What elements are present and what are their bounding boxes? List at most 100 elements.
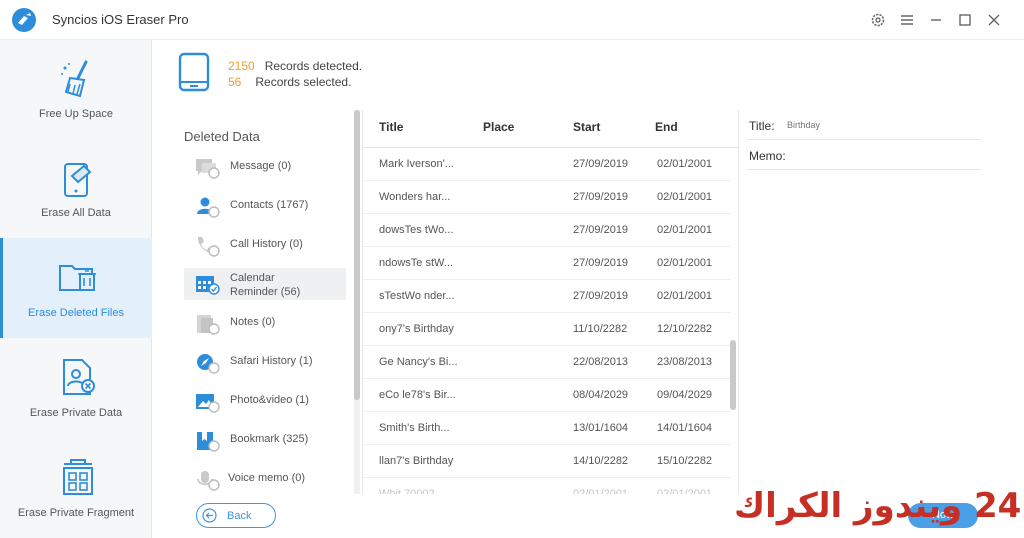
- cell-start: 13/01/1604: [573, 422, 629, 434]
- records-detected: 2150 Records detected.: [228, 59, 362, 73]
- table-row[interactable]: llan7's Birthday 14/10/2282 15/10/2282: [363, 445, 731, 478]
- cell-end: 02/01/2001: [657, 191, 713, 203]
- sidebar-item-erase-deleted-files[interactable]: Erase Deleted Files: [0, 238, 152, 338]
- sidebar-item-free-up-space[interactable]: Free Up Space: [0, 40, 152, 140]
- private-file-icon: [63, 359, 95, 395]
- category-bookmark[interactable]: Bookmark (325): [184, 424, 346, 456]
- category-label-line1: Calendar: [230, 272, 275, 284]
- table-scroll-thumb[interactable]: [730, 340, 736, 410]
- category-label: Calendar Reminder (56): [230, 271, 300, 299]
- cell-start: 14/10/2282: [573, 455, 629, 467]
- detail-title-label: Title:: [749, 119, 775, 133]
- broom-icon: [61, 60, 88, 98]
- back-label: Back: [227, 510, 252, 522]
- table-row[interactable]: dowsTes tWo... 27/09/2019 02/01/2001: [363, 214, 731, 247]
- table-row[interactable]: sTestWo nder... 27/09/2019 02/01/2001: [363, 280, 731, 313]
- menu-icon[interactable]: [897, 10, 917, 30]
- category-header: Deleted Data: [184, 129, 260, 144]
- column-end[interactable]: End: [655, 120, 678, 134]
- safari-icon: [197, 354, 220, 374]
- cell-start: 11/10/2282: [573, 323, 628, 335]
- table-row[interactable]: ony7's Birthday 11/10/2282 12/10/2282: [363, 313, 731, 346]
- sidebar-item-label: Erase Private Data: [29, 407, 123, 419]
- category-scrollbar[interactable]: [354, 110, 360, 494]
- cell-title: Whit 70002...: [379, 488, 444, 494]
- category-contacts[interactable]: Contacts (1767): [184, 190, 346, 222]
- category-label-line2: Reminder (56): [230, 286, 301, 298]
- category-calendar-reminder[interactable]: Calendar Reminder (56): [184, 268, 346, 300]
- category-notes[interactable]: Notes (0): [184, 307, 346, 339]
- table-row[interactable]: ndowsTe stW... 27/09/2019 02/01/2001: [363, 247, 731, 280]
- category-call-history[interactable]: Call History (0): [184, 229, 346, 261]
- category-label: Notes (0): [230, 316, 276, 328]
- cell-title: ndowsTe stW...: [379, 257, 453, 269]
- category-label: Photo&video (1): [230, 394, 309, 406]
- fragment-icon: [63, 459, 93, 495]
- photo-icon: [196, 394, 220, 413]
- app-title: Syncios iOS Eraser Pro: [52, 12, 189, 27]
- category-scroll-thumb[interactable]: [354, 110, 360, 400]
- cell-end: 02/01/2001: [657, 224, 713, 236]
- category-message[interactable]: Message (0): [184, 151, 346, 183]
- table-row[interactable]: Mark Iverson'... 27/09/2019 02/01/2001: [363, 148, 731, 181]
- cell-title: Ge Nancy's Bi...: [379, 356, 458, 368]
- records-selected: 56 Records selected.: [228, 75, 351, 89]
- cell-start: 27/09/2019: [573, 257, 629, 269]
- detected-text: Records detected.: [264, 59, 363, 73]
- minimize-icon[interactable]: [926, 10, 946, 30]
- sidebar-item-label: Erase Private Fragment: [17, 507, 135, 519]
- phone-call-icon: [197, 237, 220, 257]
- cell-start: 27/09/2019: [573, 290, 629, 302]
- maximize-icon[interactable]: [955, 10, 975, 30]
- selected-count: 56: [228, 75, 242, 89]
- cell-end: 02/01/2001: [657, 290, 713, 302]
- sidebar-item-erase-all-data[interactable]: Erase All Data: [0, 140, 152, 240]
- settings-icon[interactable]: [868, 10, 888, 30]
- cell-end: 02/01/2001: [657, 158, 713, 170]
- cell-start: 02/01/2001: [573, 488, 629, 494]
- category-voice-memo[interactable]: Voice memo (0): [184, 463, 346, 494]
- column-place[interactable]: Place: [483, 120, 514, 134]
- category-label: Contacts (1767): [230, 199, 309, 211]
- cell-title: Wonders har...: [379, 191, 451, 203]
- table-row[interactable]: Ge Nancy's Bi... 22/08/2013 23/08/2013: [363, 346, 731, 379]
- cell-end: 23/08/2013: [657, 356, 713, 368]
- folder-trash-icon: [59, 265, 96, 291]
- cell-start: 27/09/2019: [573, 158, 629, 170]
- detected-count: 2150: [228, 59, 255, 73]
- cell-title: dowsTes tWo...: [379, 224, 454, 236]
- sidebar-item-label: Free Up Space: [39, 108, 113, 120]
- category-safari-history[interactable]: Safari History (1): [184, 346, 346, 378]
- sidebar-item-erase-private-data[interactable]: Erase Private Data: [0, 338, 152, 438]
- back-arrow-icon: [202, 508, 217, 523]
- category-photo-video[interactable]: Photo&video (1): [184, 385, 346, 417]
- voice-memo-icon: [197, 471, 220, 491]
- cell-title: Mark Iverson'...: [379, 158, 454, 170]
- category-panel: Deleted Data Message (0) Contacts (1767)…: [176, 110, 360, 494]
- title-bar: Syncios iOS Eraser Pro: [0, 0, 1024, 40]
- detail-panel: Title: Birthday Memo:: [738, 110, 990, 494]
- selected-text: Records selected.: [255, 75, 352, 89]
- close-icon[interactable]: [984, 10, 1004, 30]
- table-row[interactable]: Wonders har... 27/09/2019 02/01/2001: [363, 181, 731, 214]
- cell-start: 08/04/2029: [573, 389, 629, 401]
- sidebar-item-erase-private-fragment[interactable]: Erase Private Fragment: [0, 438, 152, 538]
- category-label: Message (0): [230, 160, 292, 172]
- column-start[interactable]: Start: [573, 120, 600, 134]
- sidebar-item-label: Erase All Data: [41, 207, 111, 219]
- cell-start: 27/09/2019: [573, 191, 629, 203]
- column-title[interactable]: Title: [379, 120, 403, 134]
- table-header: Title Place Start End: [363, 110, 738, 148]
- cell-end: 12/10/2282: [657, 323, 713, 335]
- records-table: Title Place Start End Mark Iverson'... 27…: [362, 110, 738, 494]
- table-row[interactable]: Whit 70002... 02/01/2001 02/01/2001: [363, 478, 731, 494]
- detail-memo-label: Memo:: [749, 149, 786, 163]
- cell-title: llan7's Birthday: [379, 455, 454, 467]
- detail-memo-row: Memo:: [747, 140, 981, 170]
- table-row[interactable]: Smith's Birth... 13/01/1604 14/01/1604: [363, 412, 731, 445]
- back-button[interactable]: Back: [196, 503, 276, 528]
- cell-title: ony7's Birthday: [379, 323, 454, 335]
- cell-title: eCo le78's Bir...: [379, 389, 456, 401]
- table-row[interactable]: eCo le78's Bir... 08/04/2029 09/04/2029: [363, 379, 731, 412]
- category-label: Bookmark (325): [230, 433, 309, 445]
